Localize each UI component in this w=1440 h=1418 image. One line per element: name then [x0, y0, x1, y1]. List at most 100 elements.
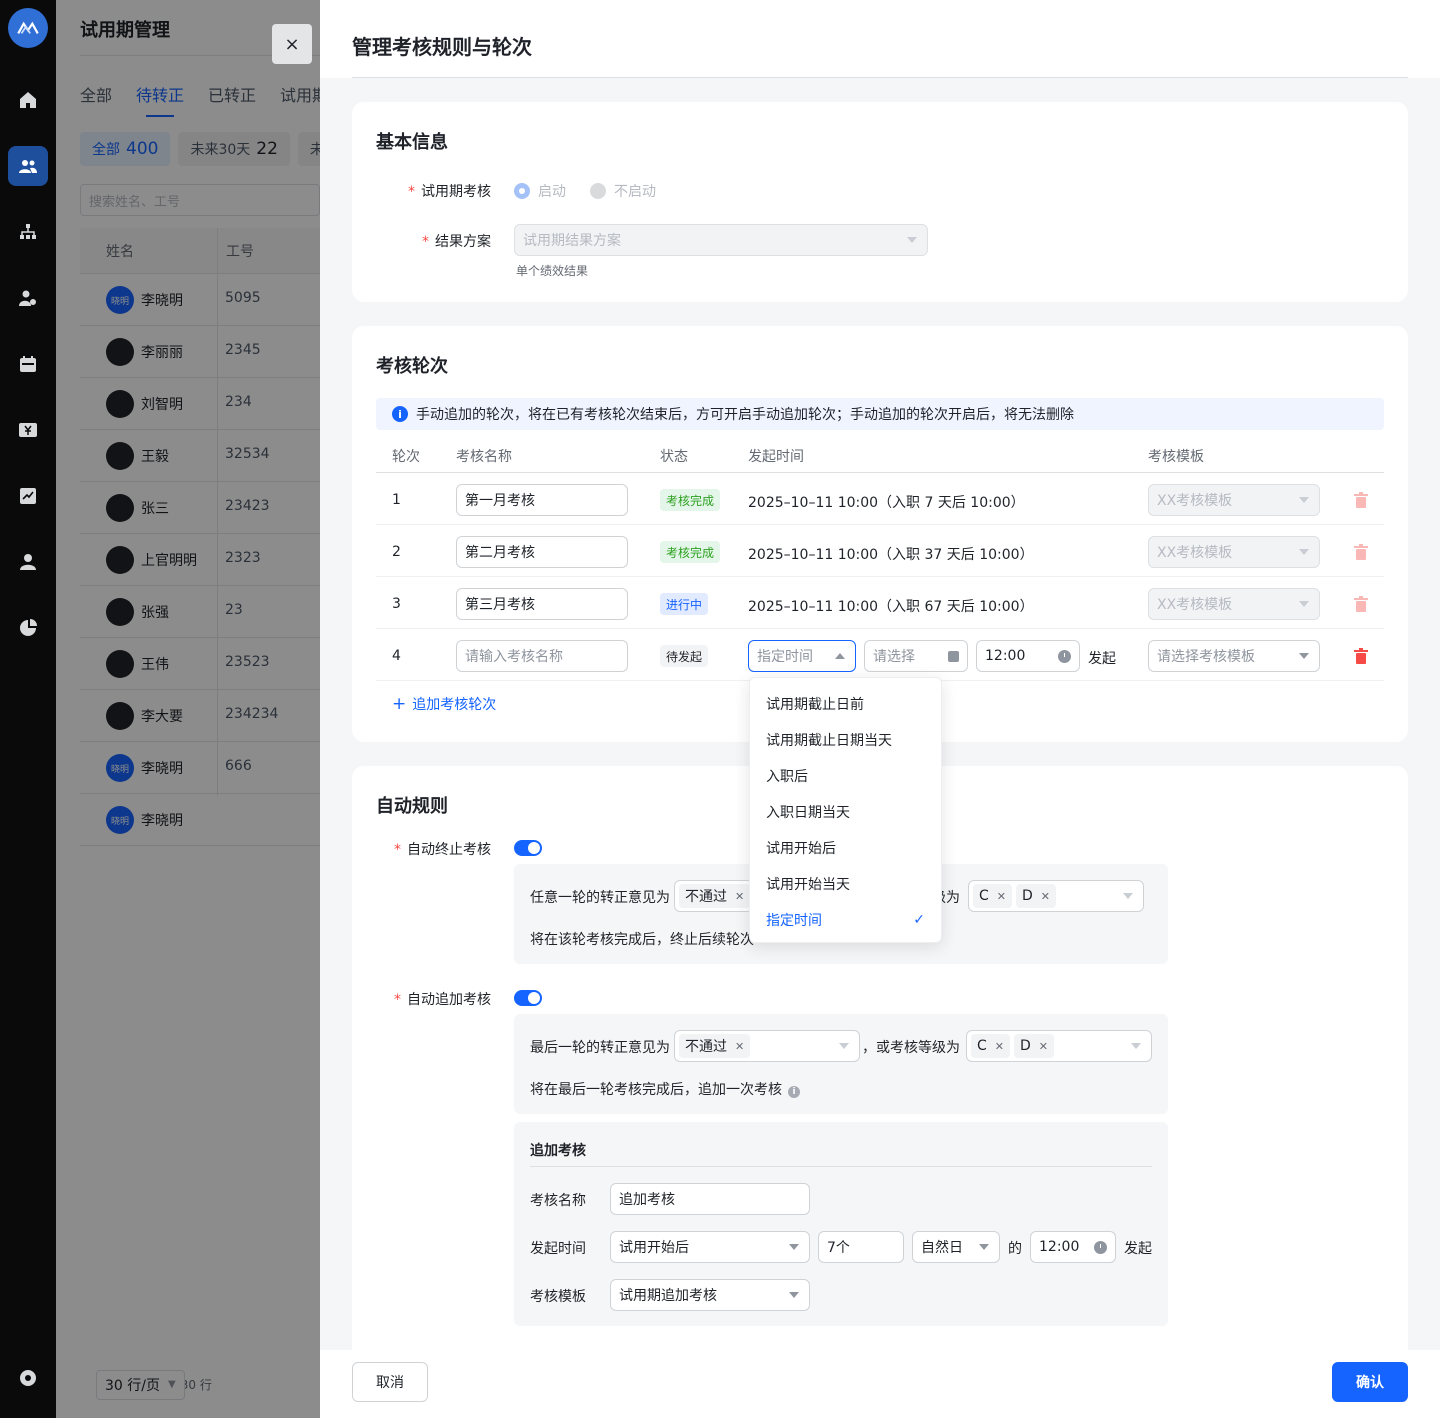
extra-template-select[interactable]: 试用期追加考核	[610, 1279, 810, 1311]
drawer-footer: 取消 确认	[320, 1350, 1440, 1418]
confirm-button[interactable]: 确认	[1332, 1362, 1408, 1402]
chevron-down-icon	[1131, 1043, 1141, 1049]
auto-add-condition-a: 最后一轮的转正意见为	[530, 1040, 670, 1056]
person-icon[interactable]	[8, 542, 48, 582]
round-name-input[interactable]: 第二月考核	[456, 536, 628, 568]
radio-disable[interactable]: 不启动	[590, 181, 656, 201]
settings-icon[interactable]	[8, 1358, 48, 1398]
required-mark: *	[408, 184, 415, 200]
col-name: 考核名称	[456, 449, 512, 465]
cancel-button[interactable]: 取消	[352, 1362, 428, 1402]
users-icon[interactable]	[8, 146, 48, 186]
extra-time-type-select[interactable]: 试用开始后	[610, 1231, 810, 1263]
clock-icon	[1094, 1241, 1107, 1254]
auto-add-toggle[interactable]	[514, 990, 542, 1006]
add-opinion-select[interactable]: 不通过 ✕	[674, 1030, 860, 1062]
extra-time-type-value: 试用开始后	[619, 1240, 689, 1256]
dropdown-option-label: 指定时间	[766, 913, 822, 929]
dropdown-option[interactable]: 入职日期当天	[754, 794, 937, 830]
chevron-down-icon	[1299, 549, 1309, 555]
dropdown-option-selected[interactable]: 指定时间 ✓	[754, 902, 937, 938]
opinion-tag-label: 不通过	[685, 1039, 727, 1055]
org-icon[interactable]	[8, 212, 48, 252]
auto-add-description: 将在最后一轮考核完成后，追加一次考核 i	[530, 1079, 800, 1099]
delete-icon[interactable]	[1354, 596, 1368, 612]
status-badge: 考核完成	[660, 541, 721, 563]
round-name-input[interactable]: 第三月考核	[456, 588, 628, 620]
dropdown-option[interactable]: 试用开始后	[754, 830, 937, 866]
delete-icon[interactable]	[1354, 648, 1368, 664]
dropdown-option-label: 试用开始当天	[766, 877, 850, 893]
extra-time-picker[interactable]: 12:00	[1030, 1231, 1116, 1263]
close-icon[interactable]: ✕	[995, 1040, 1004, 1053]
dropdown-option[interactable]: 入职后	[754, 758, 937, 794]
divider	[530, 1166, 1152, 1167]
auto-stop-toggle[interactable]	[514, 840, 542, 856]
chevron-down-icon	[1299, 497, 1309, 503]
row-divider	[376, 576, 1384, 577]
launch-suffix: 发起	[1088, 651, 1116, 667]
auto-add-condition-b: ，或考核等级为	[862, 1040, 960, 1056]
radio-disable-label: 不启动	[614, 184, 656, 200]
template-select[interactable]: XX考核模板	[1148, 588, 1320, 620]
stop-grade-select[interactable]: C ✕ D ✕	[968, 880, 1144, 912]
auto-add-label-text: 自动追加考核	[407, 992, 491, 1008]
grade-tag: C ✕	[973, 884, 1012, 908]
template-select[interactable]: XX考核模板	[1148, 536, 1320, 568]
round-no: 1	[392, 492, 401, 508]
report-icon[interactable]	[8, 476, 48, 516]
close-icon[interactable]: ✕	[1039, 1040, 1048, 1053]
auto-stop-condition-a: 任意一轮的转正意见为	[530, 890, 670, 906]
check-icon: ✓	[913, 912, 925, 928]
row-divider	[376, 524, 1384, 525]
calendar-icon	[948, 651, 959, 662]
extra-unit-select[interactable]: 自然日	[912, 1231, 1000, 1263]
notice-text: 手动追加的轮次，将在已有考核轮次结束后，方可开启手动追加轮次；手动追加的轮次开启…	[416, 407, 1074, 423]
close-icon[interactable]: ✕	[997, 890, 1006, 903]
close-icon[interactable]: ✕	[1041, 890, 1050, 903]
dropdown-option[interactable]: 试用期截止日前	[754, 686, 937, 722]
add-grade-select[interactable]: C ✕ D ✕	[966, 1030, 1152, 1062]
round-time: 2025–10–11 10:00（入职 37 天后 10:00）	[748, 547, 1034, 563]
chevron-down-icon	[1299, 653, 1309, 659]
template-select[interactable]: 请选择考核模板	[1148, 640, 1320, 672]
delete-icon[interactable]	[1354, 544, 1368, 560]
close-icon[interactable]: ✕	[735, 890, 744, 903]
section-title: 考核轮次	[376, 356, 448, 377]
round-name-input[interactable]: 第一月考核	[456, 484, 628, 516]
home-icon[interactable]	[8, 80, 48, 120]
time-type-select[interactable]: 指定时间	[748, 640, 856, 672]
extra-count-input[interactable]: 7个	[818, 1231, 904, 1263]
add-round-label: 追加考核轮次	[412, 697, 497, 713]
round-no: 4	[392, 648, 401, 664]
grade-tag-label: D	[1022, 888, 1033, 904]
time-picker[interactable]: 12:00	[976, 640, 1080, 672]
close-drawer-button[interactable]: ×	[272, 24, 312, 64]
payroll-icon[interactable]	[8, 410, 48, 450]
user-settings-icon[interactable]	[8, 278, 48, 318]
chevron-down-icon	[789, 1244, 799, 1250]
extra-time-label: 发起时间	[530, 1241, 586, 1257]
delete-icon[interactable]	[1354, 492, 1368, 508]
extra-name-input[interactable]: 追加考核	[610, 1183, 810, 1215]
dropdown-option[interactable]: 试用期截止日期当天	[754, 722, 937, 758]
template-select[interactable]: XX考核模板	[1148, 484, 1320, 516]
add-round-button[interactable]: + 追加考核轮次	[392, 694, 496, 714]
dropdown-option[interactable]: 试用开始当天	[754, 866, 937, 902]
auto-stop-label-text: 自动终止考核	[407, 842, 491, 858]
required-mark: *	[394, 842, 401, 858]
assess-label-text: 试用期考核	[421, 184, 491, 200]
modal-mask[interactable]	[56, 0, 320, 1418]
calendar-icon[interactable]	[8, 344, 48, 384]
result-plan-select[interactable]: 试用期结果方案	[514, 224, 928, 256]
date-picker[interactable]: 请选择	[864, 640, 968, 672]
result-hint: 单个绩效结果	[516, 264, 589, 278]
logo-icon[interactable]	[8, 8, 48, 48]
info-icon[interactable]: i	[788, 1086, 800, 1098]
notice-banner: i 手动追加的轮次，将在已有考核轮次结束后，方可开启手动追加轮次；手动追加的轮次…	[376, 398, 1384, 430]
result-plan-placeholder: 试用期结果方案	[523, 233, 621, 249]
pie-chart-icon[interactable]	[8, 608, 48, 648]
radio-enable[interactable]: 启动	[514, 181, 566, 201]
close-icon[interactable]: ✕	[735, 1040, 744, 1053]
round-name-input[interactable]: 请输入考核名称	[456, 640, 628, 672]
